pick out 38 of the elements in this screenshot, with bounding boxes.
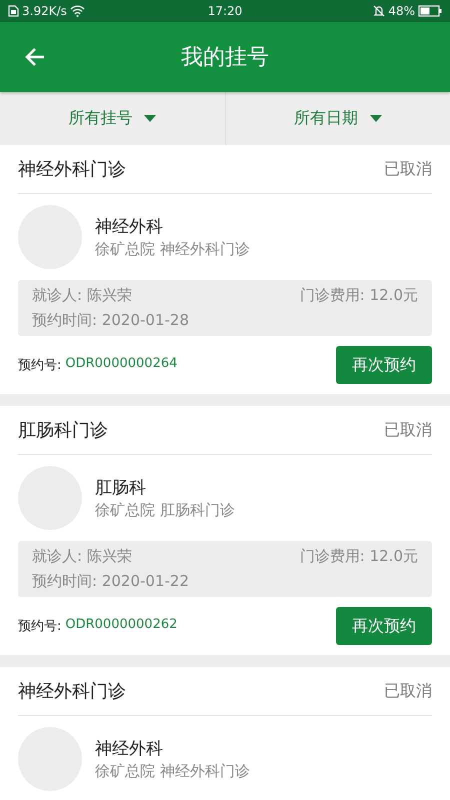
sim-card-icon — [8, 5, 19, 17]
wifi-icon — [70, 5, 85, 17]
battery-icon — [418, 5, 442, 17]
appointment-date: 预约时间: 2020-01-28 — [32, 311, 189, 330]
department-name: 神经外科 — [95, 738, 164, 760]
clinic-fee: 门诊费用: 12.0元 — [300, 286, 418, 305]
hospital-name: 徐矿总院 肛肠科门诊 — [95, 501, 235, 520]
order-label: 预约号: — [18, 618, 62, 635]
department-name: 肛肠科 — [95, 477, 147, 499]
dropdown-caret-icon — [144, 114, 156, 122]
clinic-name: 肛肠科门诊 — [18, 419, 108, 442]
hospital-name: 徐矿总院 神经外科门诊 — [95, 762, 250, 781]
rebook-button[interactable]: 再次预约 — [336, 346, 432, 384]
patient-name: 就诊人: 陈兴荣 — [32, 286, 132, 305]
clinic-fee: 门诊费用: 12.0元 — [300, 547, 418, 566]
department-name: 神经外科 — [95, 216, 164, 238]
appointment-date: 预约时间: 2020-01-22 — [32, 572, 189, 591]
clinic-name: 神经外科门诊 — [18, 680, 126, 703]
order-label: 预约号: — [18, 357, 62, 374]
patient-name: 就诊人: 陈兴荣 — [32, 547, 132, 566]
appointment-status: 已取消 — [384, 420, 432, 440]
appointment-card[interactable]: 肛肠科门诊 已取消 肛肠科 徐矿总院 肛肠科门诊 就诊人: 陈兴荣 门诊费用: 12.0元 预约时间: 2020-01-22 预约号: ODR0000000262 再次预约 — [0, 406, 450, 655]
appointment-card[interactable]: 神经外科门诊 已取消 神经外科 徐矿总院 神经外科门诊 — [0, 667, 450, 800]
dropdown-caret-icon — [370, 114, 382, 122]
filter-dropdown[interactable]: 所有日期 — [226, 92, 450, 145]
appointment-card[interactable]: 神经外科门诊 已取消 神经外科 徐矿总院 神经外科门诊 就诊人: 陈兴荣 门诊费用: 12.0元 预约时间: 2020-01-28 预约号: ODR0000000264 再次预约 — [0, 145, 450, 394]
rebook-button[interactable]: 再次预约 — [336, 607, 432, 645]
clock: 17:20 — [208, 4, 242, 18]
appointment-status: 已取消 — [384, 158, 432, 180]
muted-bell-icon — [373, 5, 386, 17]
battery-level: 48% — [388, 4, 415, 18]
page-title: 我的挂号 — [181, 45, 269, 70]
appointment-status: 已取消 — [384, 680, 432, 702]
order-number: ODR0000000262 — [65, 617, 178, 634]
clinic-name: 神经外科门诊 — [18, 158, 126, 181]
order-number: ODR0000000264 — [65, 356, 178, 373]
hospital-name: 徐矿总院 神经外科门诊 — [95, 240, 250, 259]
network-speed: 3.92K/s — [22, 4, 67, 18]
